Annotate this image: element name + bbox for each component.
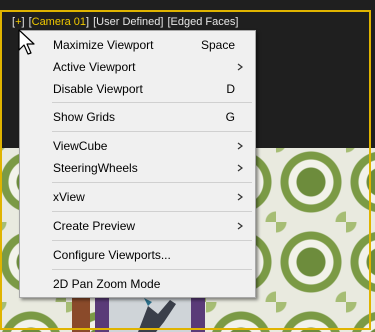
menu-item-label: Configure Viewports...	[53, 248, 171, 262]
menu-item-label: Show Grids	[53, 110, 116, 124]
menu-item-viewcube[interactable]: ViewCube	[20, 135, 255, 157]
menu-separator	[52, 131, 252, 132]
chevron-right-icon	[237, 164, 243, 172]
menu-item-label: ViewCube	[53, 139, 108, 153]
menu-item-shortcut: Space	[200, 38, 235, 52]
chevron-right-icon	[237, 63, 243, 71]
chevron-right-icon	[237, 142, 243, 150]
chevron-right-icon	[237, 222, 243, 230]
scene-figure	[138, 298, 176, 332]
menu-item-active-viewport[interactable]: Active Viewport	[20, 56, 255, 78]
menu-item-label: SteeringWheels	[53, 161, 138, 175]
menu-item-label: xView	[53, 190, 85, 204]
mouse-pointer-icon	[18, 29, 35, 55]
viewport-general-context-menu: Maximize Viewport Space Active Viewport …	[19, 30, 256, 298]
menu-separator	[52, 240, 252, 241]
menu-item-configure-viewports[interactable]: Configure Viewports...	[20, 244, 255, 266]
menu-separator	[52, 211, 252, 212]
menu-item-maximize-viewport[interactable]: Maximize Viewport Space	[20, 34, 255, 56]
menu-item-xview[interactable]: xView	[20, 186, 255, 208]
menu-separator	[52, 182, 252, 183]
viewport-point-of-view-menu[interactable]: Camera 01	[32, 14, 86, 30]
menu-item-label: Maximize Viewport	[53, 38, 154, 52]
menu-item-label: Active Viewport	[53, 60, 136, 74]
menu-item-shortcut: D	[226, 82, 235, 96]
menu-item-disable-viewport[interactable]: Disable Viewport D	[20, 78, 255, 100]
menu-item-shortcut: G	[225, 110, 235, 124]
viewport-shading-mode-menu[interactable]: User Defined	[96, 14, 160, 30]
menu-item-show-grids[interactable]: Show Grids G	[20, 106, 255, 128]
menu-item-2d-pan-zoom-mode[interactable]: 2D Pan Zoom Mode	[20, 273, 255, 295]
menu-separator	[52, 269, 252, 270]
menu-separator	[52, 102, 252, 103]
menu-item-steeringwheels[interactable]: SteeringWheels	[20, 157, 255, 179]
menu-item-label: Create Preview	[53, 219, 136, 233]
menu-item-label: Disable Viewport	[53, 82, 143, 96]
menu-item-create-preview[interactable]: Create Preview	[20, 215, 255, 237]
viewport-edged-faces-menu[interactable]: Edged Faces	[171, 14, 236, 30]
menu-item-label: 2D Pan Zoom Mode	[53, 277, 161, 291]
viewport-label: [+] [Camera 01] [User Defined] [Edged Faces…	[12, 14, 239, 30]
chevron-right-icon	[237, 193, 243, 201]
